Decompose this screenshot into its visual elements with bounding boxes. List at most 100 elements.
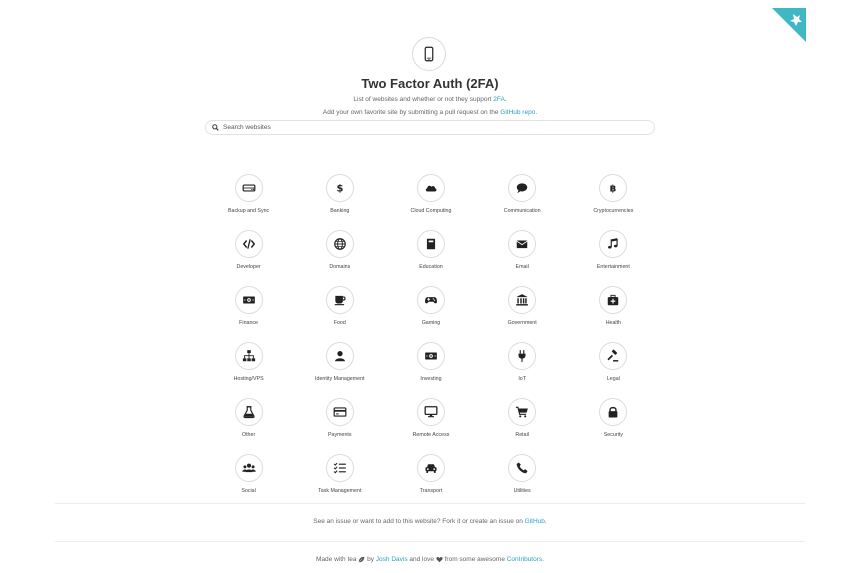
issue-text: See an issue or want to add to this webs… xyxy=(313,518,525,525)
credits: Made with tea by Josh Davis and love fro… xyxy=(0,556,860,563)
category-label: Legal xyxy=(606,376,620,382)
cloud-icon-svg xyxy=(425,185,437,192)
github-corner-icon[interactable] xyxy=(772,8,806,42)
category-entertainment[interactable]: Entertainment xyxy=(568,230,659,286)
category-label: Utilities xyxy=(513,488,531,494)
medkit-icon-svg xyxy=(608,294,619,306)
phone-icon-svg xyxy=(516,462,528,474)
category-developer[interactable]: Developer xyxy=(203,230,294,286)
category-identity-management[interactable]: Identity Management xyxy=(294,342,385,398)
category-iot[interactable]: IoT xyxy=(477,342,568,398)
category-label: Cryptocurrencies xyxy=(593,208,634,214)
music-note-icon xyxy=(599,230,628,258)
issue-suffix: . xyxy=(544,518,547,525)
shopping-cart-icon-svg xyxy=(516,406,528,418)
page-title: Two Factor Auth (2FA) xyxy=(361,76,499,91)
search-bar[interactable] xyxy=(205,120,655,135)
category-remote-access[interactable]: Remote Access xyxy=(385,398,476,454)
shopping-cart-icon xyxy=(508,398,537,426)
institution-icon-svg xyxy=(516,294,528,306)
category-social[interactable]: Social xyxy=(203,454,294,510)
category-banking[interactable]: $ Banking xyxy=(294,174,385,230)
made-with-text: Made with tea xyxy=(316,556,357,564)
from-text: from some awesome xyxy=(442,556,507,564)
credit-card-icon xyxy=(325,398,354,426)
dollar-icon: $ xyxy=(325,174,354,202)
flask-icon xyxy=(234,398,263,426)
github-issue-link[interactable]: GitHub xyxy=(525,518,545,525)
plug-icon-svg xyxy=(518,350,526,362)
category-label: IoT xyxy=(518,376,526,382)
subtitle-suffix: . xyxy=(504,96,507,103)
envelope-icon-svg xyxy=(516,240,528,249)
category-hosting-vps[interactable]: Hosting/VPS xyxy=(203,342,294,398)
subtitle: List of websites and whether or not they… xyxy=(0,96,860,103)
category-email[interactable]: Email xyxy=(477,230,568,286)
category-domains[interactable]: Domains xyxy=(294,230,385,286)
bitcoin-icon: ฿ xyxy=(599,174,628,202)
category-retail[interactable]: Retail xyxy=(477,398,568,454)
car-icon-svg xyxy=(425,464,437,473)
contribute-text: Add your own favorite site by submitting… xyxy=(322,109,501,116)
category-government[interactable]: Government xyxy=(477,286,568,342)
contributors-link[interactable]: Contributors xyxy=(507,556,542,563)
by-text: by xyxy=(365,556,376,564)
category-label: Social xyxy=(241,488,256,494)
desktop-icon xyxy=(416,398,445,426)
category-label: Domains xyxy=(329,264,351,270)
lock-icon xyxy=(599,398,628,426)
category-gaming[interactable]: Gaming xyxy=(385,286,476,342)
category-label: Banking xyxy=(330,208,350,214)
coffee-cup-icon-svg xyxy=(334,295,346,306)
heart-icon xyxy=(436,557,443,563)
category-label: Finance xyxy=(239,320,259,326)
category-investing[interactable]: Investing xyxy=(385,342,476,398)
category-legal[interactable]: Legal xyxy=(568,342,659,398)
phone-icon xyxy=(508,454,537,482)
book-icon-svg xyxy=(426,238,436,250)
medkit-icon xyxy=(599,286,628,314)
category-cloud-computing[interactable]: Cloud Computing xyxy=(385,174,476,230)
category-finance[interactable]: Finance xyxy=(203,286,294,342)
category-label: Communication xyxy=(503,208,541,214)
issue-note: See an issue or want to add to this webs… xyxy=(0,518,860,525)
flask-icon-svg xyxy=(242,406,255,419)
category-label: Food xyxy=(333,320,346,326)
tasks-icon-svg xyxy=(333,462,346,474)
category-communication[interactable]: Communication xyxy=(477,174,568,230)
category-label: Developer xyxy=(236,264,261,270)
divider xyxy=(55,503,805,504)
category-other[interactable]: Other xyxy=(203,398,294,454)
category-education[interactable]: Education xyxy=(385,230,476,286)
category-task-management[interactable]: Task Management xyxy=(294,454,385,510)
category-label: Gaming xyxy=(421,320,441,326)
category-label: Health xyxy=(605,320,621,326)
category-utilities[interactable]: Utilities xyxy=(477,454,568,510)
category-health[interactable]: Health xyxy=(568,286,659,342)
contribute-note: Add your own favorite site by submitting… xyxy=(0,109,860,116)
category-food[interactable]: Food xyxy=(294,286,385,342)
category-label: Government xyxy=(507,320,537,326)
2fa-link[interactable]: 2FA xyxy=(493,96,505,103)
category-label: Remote Access xyxy=(412,432,450,438)
category-backup-and-sync[interactable]: Backup and Sync xyxy=(203,174,294,230)
svg-text:฿: ฿ xyxy=(610,184,617,195)
category-security[interactable]: Security xyxy=(568,398,659,454)
category-label: Task Management xyxy=(318,488,362,494)
plug-icon xyxy=(508,342,537,370)
search-input[interactable] xyxy=(223,121,623,134)
category-cryptocurrencies[interactable]: ฿ Cryptocurrencies xyxy=(568,174,659,230)
speech-bubble-icon xyxy=(508,174,537,202)
author-link[interactable]: Josh Davis xyxy=(376,556,408,563)
divider xyxy=(55,541,805,542)
category-label: Retail xyxy=(515,432,529,438)
money-icon-svg xyxy=(242,296,255,304)
category-transport[interactable]: Transport xyxy=(385,454,476,510)
category-label: Entertainment xyxy=(596,264,630,270)
hard-drive-icon-svg xyxy=(242,184,256,192)
car-icon xyxy=(416,454,445,482)
credit-card-icon-svg xyxy=(333,407,347,417)
github-repo-link[interactable]: GitHub repo xyxy=(500,109,535,116)
category-payments[interactable]: Payments xyxy=(294,398,385,454)
lock-icon-svg xyxy=(608,406,618,418)
